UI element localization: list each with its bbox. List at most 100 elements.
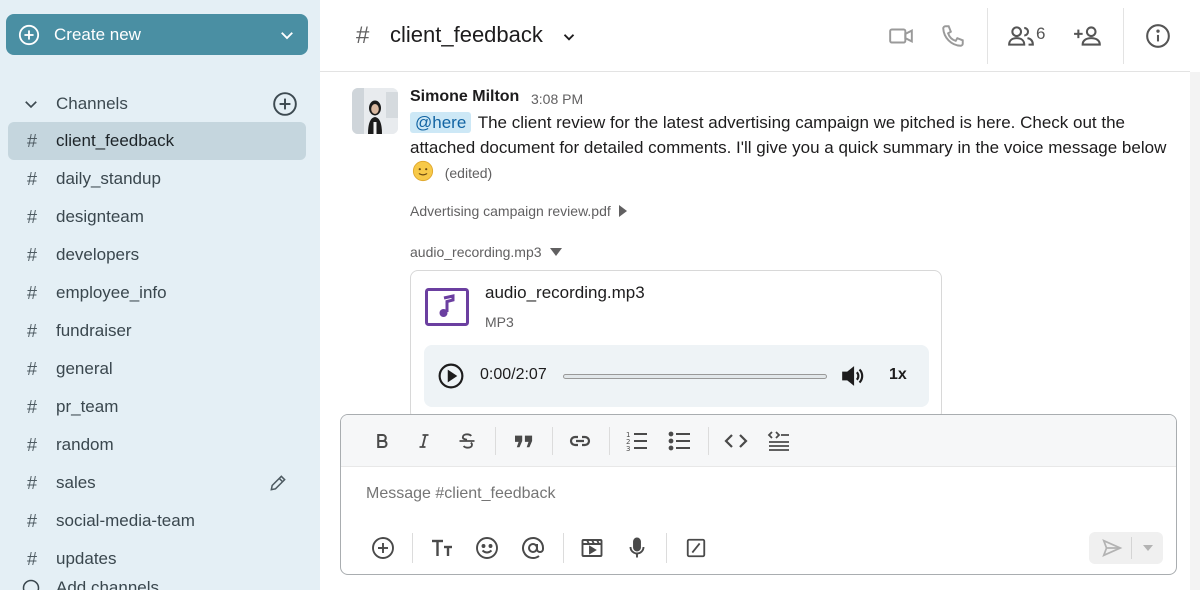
message-author[interactable]: Simone Milton: [410, 88, 519, 106]
chevron-down-icon[interactable]: [560, 28, 578, 46]
add-member-button[interactable]: [1073, 21, 1103, 51]
sidebar-item-pr-team[interactable]: # pr_team: [8, 388, 306, 426]
add-channel-icon[interactable]: [272, 91, 298, 117]
message-composer: 123: [340, 414, 1177, 575]
pdf-attachment-toggle[interactable]: Advertising campaign review.pdf: [410, 203, 628, 219]
volume-icon[interactable]: [840, 363, 866, 389]
video-clip-icon: [581, 539, 603, 557]
send-icon[interactable]: [1101, 537, 1123, 559]
sidebar-item-general[interactable]: # general: [8, 350, 306, 388]
mention-here[interactable]: @here: [410, 112, 472, 133]
hash-icon: #: [26, 320, 37, 341]
chevron-down-icon[interactable]: [22, 95, 40, 113]
send-divider: [1131, 537, 1132, 559]
channel-info-button[interactable]: [1143, 21, 1173, 51]
phone-call-button[interactable]: [938, 21, 968, 51]
audio-progress-slider[interactable]: [563, 374, 827, 379]
chevron-down-icon: [281, 31, 293, 39]
voice-message-button[interactable]: [624, 535, 650, 561]
sidebar-item-developers[interactable]: # developers: [8, 236, 306, 274]
phone-icon: [942, 25, 964, 47]
channel-name: designteam: [56, 207, 144, 226]
code-block-icon: [767, 431, 789, 451]
hash-icon: #: [26, 548, 37, 569]
hash-icon: #: [26, 282, 37, 303]
sidebar-item-sales[interactable]: # sales: [8, 464, 306, 502]
code-icon: [724, 434, 748, 448]
avatar[interactable]: [352, 88, 398, 134]
caret-down-icon: [549, 248, 562, 256]
play-icon[interactable]: [438, 363, 464, 389]
blockquote-button[interactable]: [511, 428, 537, 454]
attach-button[interactable]: [370, 535, 396, 561]
message-scrollbar[interactable]: [1190, 72, 1200, 590]
members-button[interactable]: [1006, 21, 1036, 51]
audio-file-name[interactable]: audio_recording.mp3: [485, 283, 645, 303]
channels-section-header[interactable]: Channels: [22, 90, 298, 118]
hash-icon: #: [26, 206, 37, 227]
pdf-attachment-name: Advertising campaign review.pdf: [410, 203, 611, 219]
at-sign-icon: [522, 537, 544, 559]
bold-button[interactable]: [369, 428, 395, 454]
ordered-list-button[interactable]: 123: [624, 428, 650, 454]
microphone-icon: [629, 537, 645, 558]
sidebar-item-updates[interactable]: # updates: [8, 540, 306, 578]
channel-list: # client_feedback # daily_standup # designt…: [8, 122, 306, 578]
header-divider: [1123, 8, 1124, 64]
code-button[interactable]: [723, 428, 749, 454]
sidebar-item-designteam[interactable]: # designteam: [8, 198, 306, 236]
hash-icon: #: [26, 434, 37, 455]
italic-button[interactable]: [411, 428, 437, 454]
pencil-edit-icon[interactable]: [268, 473, 288, 493]
members-count[interactable]: 6: [1036, 24, 1045, 44]
message-input[interactable]: [366, 485, 1146, 503]
sidebar-item-social-media-team[interactable]: # social-media-team: [8, 502, 306, 540]
slash-box-icon: [686, 538, 706, 558]
add-channels-label: Add channels: [56, 578, 160, 590]
channel-name: social-media-team: [56, 511, 195, 530]
message-timestamp[interactable]: 3:08 PM: [531, 91, 583, 107]
emoji-button[interactable]: [474, 535, 500, 561]
info-icon: [1146, 24, 1170, 48]
text-format-button[interactable]: [429, 535, 455, 561]
hash-icon: #: [356, 22, 370, 49]
video-call-button[interactable]: [886, 21, 916, 51]
sidebar: Create new Channels # client_feedback # da…: [0, 0, 320, 590]
channel-name: fundraiser: [56, 321, 132, 340]
sidebar-item-daily-standup[interactable]: # daily_standup: [8, 160, 306, 198]
audio-attachment-toggle[interactable]: audio_recording.mp3: [410, 244, 563, 260]
hash-icon: #: [26, 472, 37, 493]
bold-icon: [377, 433, 388, 449]
plus-circle-icon: [372, 537, 394, 559]
slash-command-button[interactable]: [683, 535, 709, 561]
playback-speed-button[interactable]: 1x: [889, 366, 907, 384]
create-new-button[interactable]: Create new: [6, 14, 308, 55]
channel-name: general: [56, 359, 113, 378]
message-body: @here The client review for the latest a…: [410, 110, 1170, 186]
bullet-list-button[interactable]: [667, 428, 693, 454]
channel-title[interactable]: client_feedback: [390, 22, 543, 48]
add-channels-item[interactable]: Add channels: [22, 578, 159, 590]
channel-name: daily_standup: [56, 169, 161, 188]
strikethrough-icon: [459, 433, 475, 449]
channel-name: random: [56, 435, 114, 454]
sidebar-item-employee-info[interactable]: # employee_info: [8, 274, 306, 312]
sidebar-item-random[interactable]: # random: [8, 426, 306, 464]
svg-text:3: 3: [626, 445, 630, 452]
link-button[interactable]: [567, 428, 593, 454]
members-icon: [1008, 26, 1034, 46]
strikethrough-button[interactable]: [454, 428, 480, 454]
smiley-icon: [476, 537, 498, 559]
sidebar-item-client-feedback[interactable]: # client_feedback: [8, 122, 306, 160]
message-text: The client review for the latest adverti…: [410, 113, 1167, 157]
gif-video-button[interactable]: [579, 535, 605, 561]
caret-down-icon[interactable]: [1142, 542, 1154, 554]
mention-button[interactable]: [520, 535, 546, 561]
hash-icon: #: [26, 244, 37, 265]
sidebar-item-fundraiser[interactable]: # fundraiser: [8, 312, 306, 350]
video-camera-icon: [889, 28, 913, 44]
channel-name: pr_team: [56, 397, 119, 416]
channel-name: sales: [56, 473, 96, 492]
code-block-button[interactable]: [766, 428, 792, 454]
hash-icon: #: [26, 510, 37, 531]
